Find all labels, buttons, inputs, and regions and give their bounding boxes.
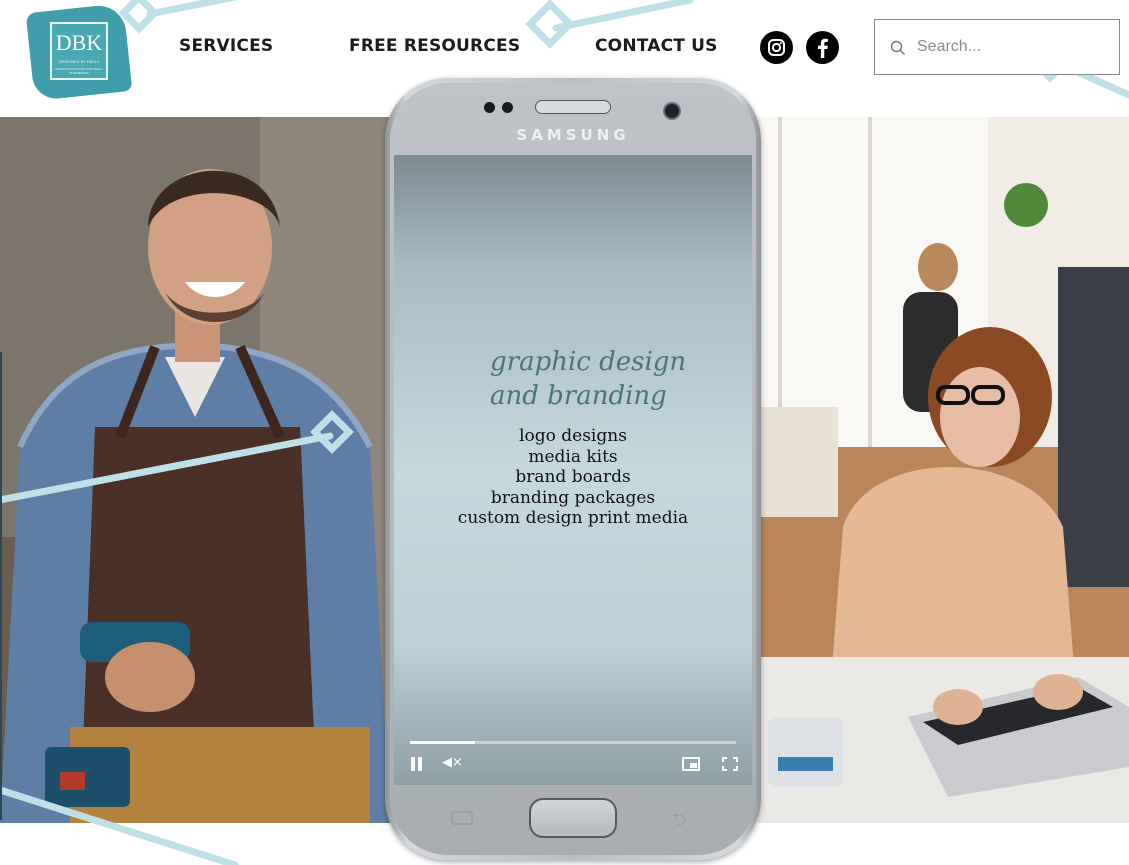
hero-photo-tradesman [0,117,390,823]
video-services-list: logo designs media kits brand boards bra… [394,426,752,529]
nav-item-services[interactable]: SERVICES [179,36,273,56]
logo-tagline: DESIGNED BY KELLY [58,59,100,64]
logo-subtagline: DESIGN SOLUTIONS FOR SMALL BUSINESSES [55,67,103,75]
video-service-item: logo designs [519,426,627,446]
video-service-item: media kits [528,446,618,467]
phone-home-button [529,798,617,838]
hero-photo-woman-laptop [758,117,1129,823]
video-progress-bar[interactable] [410,741,736,744]
search-icon [890,40,905,55]
phone-sensor [502,102,513,113]
phone-brand: SAMSUNG [516,126,630,144]
picture-in-picture-icon[interactable] [682,757,700,771]
video-screen[interactable]: graphic design and branding logo designs… [394,155,752,785]
nav-item-free-resources[interactable]: FREE RESOURCES [349,36,520,56]
video-controls: ◀× [394,735,752,785]
video-script-title: graphic design and branding [490,345,686,413]
video-script-line: and branding [490,381,667,411]
search-box[interactable] [874,19,1120,75]
recent-apps-icon [451,811,473,825]
video-script-line: graphic design [490,347,687,377]
search-input[interactable] [917,34,1097,60]
pause-icon[interactable] [410,757,424,771]
logo-mark: DBK [55,30,103,55]
logo[interactable]: DBK DESIGNED BY KELLY DESIGN SOLUTIONS F… [25,3,133,101]
back-icon: ⮌ [672,809,687,830]
facebook-icon[interactable] [806,31,839,64]
mute-icon[interactable]: ◀× [442,755,463,770]
phone-sensor [484,102,495,113]
video-progress-fill [410,741,476,744]
phone-speaker [535,100,611,114]
nav-item-contact-us[interactable]: CONTACT US [595,36,718,56]
logo-plate: DBK DESIGNED BY KELLY DESIGN SOLUTIONS F… [50,22,108,80]
video-service-item: brand boards [515,467,631,487]
instagram-icon[interactable] [760,31,793,64]
video-service-item: branding packages [490,487,656,508]
video-service-item: custom design print media [457,508,689,528]
fullscreen-icon[interactable] [722,757,738,771]
phone-camera [663,102,681,120]
